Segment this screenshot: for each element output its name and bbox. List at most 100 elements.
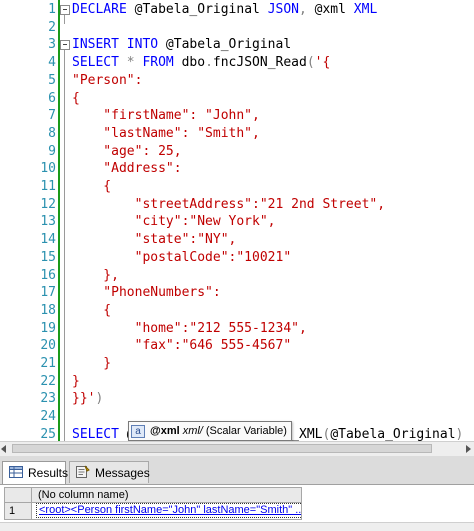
code-token: DECLARE xyxy=(72,2,135,17)
code-token: } xyxy=(72,356,112,371)
grid-icon xyxy=(9,465,23,481)
line-number: 15 xyxy=(40,249,56,265)
code-token: } xyxy=(72,373,80,389)
code-token: "PhoneNumbers": xyxy=(72,285,221,301)
code-line[interactable]: INSERT INTO @Tabela_Original xyxy=(72,36,291,54)
code-line[interactable]: "age": 25, xyxy=(72,143,181,161)
code-token: "Address": xyxy=(72,161,182,177)
tab-messages[interactable]: Messages xyxy=(69,461,150,483)
row-header[interactable]: 1 xyxy=(4,503,32,520)
line-number: 13 xyxy=(40,214,56,230)
code-token: { xyxy=(72,179,112,194)
line-number: 11 xyxy=(40,179,56,194)
code-token: ( xyxy=(306,55,315,71)
code-token: "fax":"646 555-4567" xyxy=(72,338,292,354)
line-number: 14 xyxy=(40,232,56,248)
grid-select-all-corner[interactable] xyxy=(4,487,32,503)
outline-guide xyxy=(64,15,65,24)
code-token: "postalCode":"10021" xyxy=(72,249,292,265)
code-line[interactable]: { xyxy=(72,178,111,196)
code-token: { xyxy=(72,90,80,106)
code-line[interactable]: "state":"NY", xyxy=(72,231,237,249)
code-line[interactable]: "lastName": "Smith", xyxy=(72,125,260,143)
tab-results[interactable]: Results xyxy=(2,461,69,484)
line-number: 8 xyxy=(48,125,56,141)
code-line[interactable]: } xyxy=(72,373,80,391)
line-number: 2 xyxy=(48,19,56,35)
line-number: 10 xyxy=(40,161,56,177)
tab-results-label: Results xyxy=(28,466,69,480)
code-line[interactable]: "city":"New York", xyxy=(72,213,276,231)
code-line[interactable]: "firstName": "John", xyxy=(72,107,260,125)
code-token: "state":"NY", xyxy=(72,232,237,248)
line-number: 22 xyxy=(40,373,56,389)
code-token: @xml xyxy=(314,2,354,17)
line-number: 5 xyxy=(48,72,56,88)
code-token: "city":"New York", xyxy=(72,214,276,230)
code-token: }}' xyxy=(72,391,96,407)
line-number: 18 xyxy=(40,302,56,318)
line-number: 16 xyxy=(40,267,56,283)
code-token: "Person": xyxy=(72,72,143,88)
code-line[interactable]: "Person": xyxy=(72,72,142,90)
code-token: * xyxy=(126,55,143,71)
line-number: 12 xyxy=(40,196,56,212)
code-token: SELECT xyxy=(72,55,127,71)
code-token: "firstName": "John", xyxy=(72,108,260,124)
code-token: ) xyxy=(95,391,104,407)
variable-icon: a xyxy=(131,424,145,438)
code-line[interactable]: } xyxy=(72,355,111,373)
intellisense-variable-type: xml/ xyxy=(182,425,203,437)
code-line[interactable]: "fax":"646 555-4567" xyxy=(72,337,292,355)
tab-messages-label: Messages xyxy=(95,465,150,480)
line-number-gutter: 1 2 3 4 5 6 7 8 9 10 11 12 13 14 15 16 17 18 19 20 21 22 23 24 2… xyxy=(0,0,58,441)
intellisense-variable-description: (Scalar Variable) xyxy=(205,425,287,437)
code-line[interactable]: SELECT * FROM dbo.fncJSON_Read('{ xyxy=(72,54,330,72)
line-number: 1 xyxy=(48,2,56,17)
column-header[interactable]: (No column name) xyxy=(32,487,302,503)
code-token: . xyxy=(205,55,213,71)
code-line[interactable]: "PhoneNumbers": xyxy=(72,284,221,302)
line-number: 25 xyxy=(40,426,56,441)
line-number: 17 xyxy=(40,285,56,301)
code-line[interactable]: DECLARE @Tabela_Original JSON, @xml XML xyxy=(72,1,377,19)
code-token: , xyxy=(299,2,315,17)
intellisense-variable-name: @xml xyxy=(150,425,180,437)
collapse-region-icon[interactable] xyxy=(60,5,70,15)
code-line[interactable]: { xyxy=(72,302,111,320)
line-number: 24 xyxy=(40,409,56,425)
code-token: "home":"212 555-1234", xyxy=(72,320,307,336)
code-token: "streetAddress":"21 2nd Street", xyxy=(72,196,386,212)
code-token: ) xyxy=(455,426,464,441)
scroll-right-arrow-icon[interactable] xyxy=(466,445,471,453)
scroll-left-arrow-icon[interactable] xyxy=(1,445,6,453)
line-number: 4 xyxy=(48,55,56,71)
outline-guide xyxy=(64,50,65,441)
intellisense-tooltip[interactable]: a @xml xml/ (Scalar Variable) xyxy=(128,421,292,441)
query-editor[interactable]: 1 2 3 4 5 6 7 8 9 10 11 12 13 14 15 16 17 18 19 20 21 22 23 24 2… xyxy=(0,0,474,441)
line-number: 6 xyxy=(48,90,56,106)
code-line[interactable]: "home":"212 555-1234", xyxy=(72,320,307,338)
code-token: INSERT INTO xyxy=(72,37,166,53)
line-number: 23 xyxy=(40,391,56,407)
code-token: SELECT xyxy=(72,426,127,441)
code-line[interactable]: }}') xyxy=(72,390,103,408)
code-token: @Tabela_Original xyxy=(330,426,456,441)
code-token: @Tabela_Original xyxy=(165,37,292,53)
code-line[interactable]: "Address": xyxy=(72,160,182,178)
editor-horizontal-scrollbar[interactable] xyxy=(0,441,474,456)
line-number: 3 xyxy=(48,37,56,53)
result-cell[interactable]: <root><Person firstName="John" lastName=… xyxy=(32,503,302,520)
code-line[interactable]: }, xyxy=(72,267,119,285)
xml-result-link[interactable]: <root><Person firstName="John" lastName=… xyxy=(36,503,301,518)
line-number: 20 xyxy=(40,338,56,354)
code-line[interactable]: "streetAddress":"21 2nd Street", xyxy=(72,196,385,214)
code-line[interactable]: "postalCode":"10021" xyxy=(72,249,292,267)
collapse-region-icon[interactable] xyxy=(60,40,70,51)
line-number: 19 xyxy=(40,320,56,336)
scrollbar-thumb[interactable] xyxy=(12,444,432,453)
code-token: JSON xyxy=(267,2,299,17)
messages-icon xyxy=(76,465,90,481)
code-token: FROM xyxy=(142,55,182,71)
code-line[interactable]: { xyxy=(72,90,80,108)
